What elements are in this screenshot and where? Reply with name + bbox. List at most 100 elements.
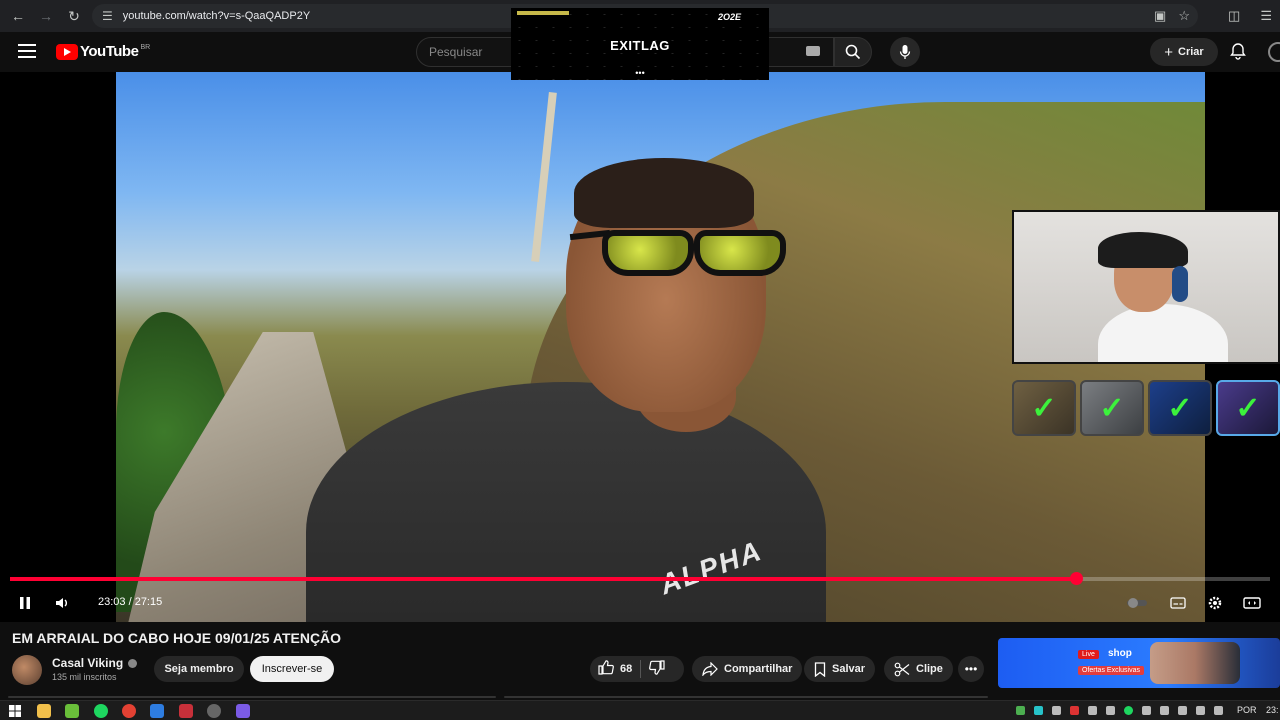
video-title: EM ARRAIAL DO CABO HOJE 09/01/25 ATENÇÃO (12, 630, 342, 646)
like-count: 68 (620, 663, 633, 675)
progress-bar[interactable] (10, 572, 1270, 585)
bookmark-star-icon[interactable]: ☆ (1178, 8, 1190, 24)
search-placeholder: Pesquisar (429, 45, 483, 59)
search-button[interactable] (834, 37, 872, 67)
clock[interactable]: 23: (1266, 705, 1279, 715)
like-dislike-group: 68 (590, 656, 684, 682)
spotify-icon[interactable] (94, 704, 108, 718)
tray-icon-2[interactable] (1034, 706, 1043, 715)
youtube-logo[interactable]: YouTube BR (56, 43, 150, 60)
share-button[interactable]: Compartilhar (692, 656, 803, 682)
address-bar-actions: ▣ ☆ (1154, 4, 1190, 28)
scrubber-handle[interactable] (1069, 572, 1083, 585)
reading-list-icon[interactable]: ☰ (1260, 8, 1272, 24)
scissors-icon (894, 662, 910, 676)
presenter: ALPHA (306, 158, 826, 622)
url-text: youtube.com/watch?v=s-QaaQADP2Y (122, 10, 311, 22)
channel-avatar[interactable] (12, 655, 42, 685)
notifications-button[interactable] (1229, 42, 1247, 65)
sunglasses (569, 224, 796, 280)
join-button[interactable]: Seja membro (154, 656, 244, 682)
volume-tray-icon[interactable] (1196, 706, 1205, 715)
settings-button[interactable] (1204, 593, 1226, 613)
chrome-icon[interactable] (122, 704, 136, 718)
create-label: Criar (1178, 46, 1204, 58)
more-actions-button[interactable]: ••• (958, 656, 984, 682)
streamer-webcam (1012, 210, 1280, 364)
windows-taskbar: POR 23: (0, 700, 1280, 720)
side-promo-banner[interactable]: Live shop Ofertas Exclusivas (998, 638, 1280, 688)
dislike-button[interactable] (649, 660, 665, 678)
search-icon (845, 44, 861, 60)
volume-button[interactable] (52, 593, 74, 613)
more-icon: ••• (964, 662, 978, 676)
tray-icon-1[interactable] (1016, 706, 1025, 715)
network-icon[interactable] (1178, 706, 1187, 715)
subscribe-button[interactable]: Inscrever-se (250, 656, 334, 682)
volume-icon (56, 598, 67, 608)
ad-dots: ••• (635, 68, 645, 78)
app-blue-icon[interactable] (150, 704, 164, 718)
verified-icon (128, 659, 138, 669)
subtitles-button[interactable] (1167, 593, 1189, 613)
pause-icon (20, 597, 30, 609)
app-red-icon[interactable] (179, 704, 193, 718)
shop-label: shop (1108, 648, 1132, 659)
discord-icon[interactable] (236, 704, 250, 718)
bookmark-icon (814, 661, 826, 677)
description-divider (0, 690, 1280, 700)
microphone-icon (899, 45, 911, 59)
tray-icon-4[interactable] (1070, 706, 1079, 715)
autoplay-toggle[interactable] (1126, 593, 1148, 613)
channel-name[interactable]: Casal Viking (52, 656, 138, 670)
file-explorer-icon[interactable] (37, 704, 51, 718)
theater-mode-button[interactable] (1241, 593, 1263, 613)
browser-actions: ◫ ☰ (1228, 4, 1272, 28)
site-settings-icon[interactable]: ☰ (102, 9, 113, 23)
keyboard-icon[interactable] (806, 46, 820, 56)
autoplay-icon (1127, 598, 1147, 608)
gear-icon (1208, 596, 1222, 610)
app-icon[interactable] (65, 704, 79, 718)
clip-label: Clipe (916, 663, 943, 675)
menu-icon[interactable] (18, 44, 36, 58)
tray-icon-5[interactable] (1088, 706, 1097, 715)
pause-button[interactable] (14, 593, 36, 613)
windows-start-icon[interactable] (8, 704, 22, 718)
reload-icon[interactable]: ↻ (60, 2, 88, 30)
tray-icon-8[interactable] (1142, 706, 1151, 715)
youtube-play-icon (56, 43, 78, 60)
channel-name-text: Casal Viking (52, 656, 124, 670)
video-player[interactable]: ALPHA ✓ ✓ ✓ ✓ 23:03 / 27:15 (0, 72, 1280, 622)
tray-icon-6[interactable] (1106, 706, 1115, 715)
like-button[interactable] (598, 660, 614, 678)
cast-icon[interactable]: ▣ (1154, 8, 1166, 24)
live-badge: Live (1078, 650, 1099, 659)
tray-icon-9[interactable] (1160, 706, 1169, 715)
webcam-person-cap (1098, 232, 1188, 268)
like-divider (640, 660, 642, 678)
tray-icon-7[interactable] (1124, 706, 1133, 715)
tray-icon-3[interactable] (1052, 706, 1061, 715)
save-label: Salvar (832, 663, 866, 675)
bell-icon (1230, 43, 1246, 60)
back-icon[interactable]: ← (4, 2, 32, 30)
app-grey-icon[interactable] (207, 704, 221, 718)
clip-button[interactable]: Clipe (884, 656, 953, 682)
ad-brand: EXITLAG (610, 38, 670, 53)
achievement-badges: ✓ ✓ ✓ ✓ (1012, 380, 1280, 440)
ad-year: 2O2E (717, 12, 741, 22)
language-indicator[interactable]: POR (1237, 705, 1257, 715)
account-avatar[interactable] (1268, 42, 1280, 62)
voice-search-button[interactable] (890, 37, 920, 67)
plus-icon: + (1164, 43, 1174, 61)
promo-people-image (1150, 642, 1240, 684)
thumbs-down-icon (649, 660, 665, 675)
battery-icon[interactable] (1214, 706, 1223, 715)
extensions-icon[interactable]: ◫ (1228, 8, 1240, 24)
forward-icon[interactable]: → (32, 2, 60, 30)
save-button[interactable]: Salvar (804, 656, 876, 682)
badge-2: ✓ (1080, 380, 1144, 436)
create-button[interactable]: + Criar (1150, 38, 1218, 66)
badge-1: ✓ (1012, 380, 1076, 436)
